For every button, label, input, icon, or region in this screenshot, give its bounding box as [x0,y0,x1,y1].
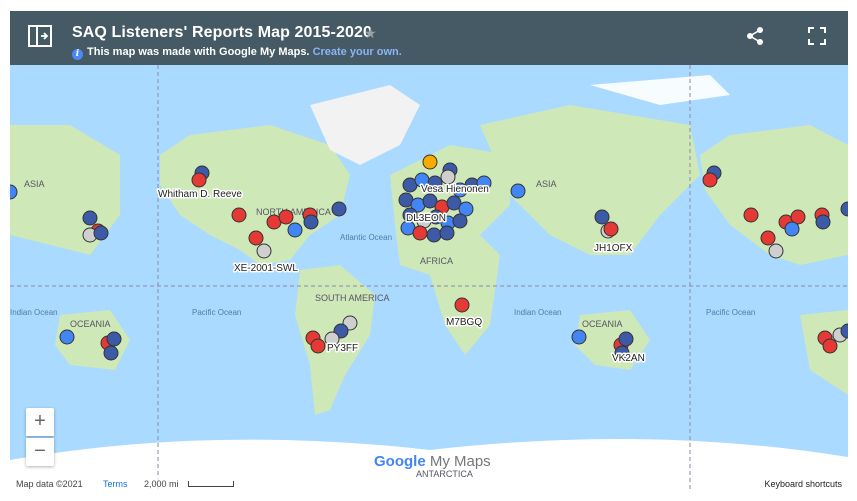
callsign-label: PY3FF [327,343,358,354]
map-marker[interactable] [231,207,247,223]
map-marker[interactable] [439,225,455,241]
map-marker[interactable] [822,338,838,354]
callsign-label: XE-2001-SWL [234,263,298,274]
continent-label: AFRICA [420,256,453,266]
callsign-label: Vesa Hienonen [421,184,489,195]
callsign-label: JH1OFX [594,243,633,254]
map-marker[interactable] [594,209,610,225]
continent-label: ASIA [536,179,557,189]
zoom-in-button[interactable]: + [26,408,54,436]
callsign-label: DL3EON [406,213,446,224]
fullscreen-icon[interactable] [806,25,828,47]
callsign-label: VK2AN [612,353,645,364]
map-marker[interactable] [815,214,831,230]
continent-label: NORTH AMERICA [256,207,331,217]
brand-google: Google [374,453,426,470]
continent-label: OCEANIA [582,319,623,329]
map-marker[interactable] [310,338,326,354]
map-marker[interactable] [256,243,272,259]
create-own-link[interactable]: Create your own. [313,46,402,58]
map-marker[interactable] [618,331,634,347]
continent-label: OCEANIA [70,319,111,329]
map-marker[interactable] [412,225,428,241]
scale-bar [188,481,234,487]
map-frame: ASIA NORTH AMERICA SOUTH AMERICA AFRICA … [10,11,848,491]
info-line: i This map was made with Google My Maps. … [72,46,402,60]
map-marker[interactable] [248,230,264,246]
ocean-label: Pacific Ocean [706,308,755,317]
ocean-label: Pacific Ocean [192,308,241,317]
map-marker[interactable] [784,221,800,237]
map-attribution-bar: Map data ©2021 Terms 2,000 mi [10,477,240,491]
map-marker[interactable] [426,227,442,243]
share-icon[interactable] [744,25,766,47]
map-marker[interactable] [93,225,109,241]
map-title: SAQ Listeners' Reports Map 2015-2020 [72,24,372,41]
map-marker[interactable] [422,154,438,170]
brand-mymaps: My Maps [429,453,491,470]
map-marker[interactable] [743,207,759,223]
map-marker[interactable] [191,172,207,188]
info-icon: i [72,49,83,60]
callsign-label: M7BGQ [446,317,482,328]
continent-label: ANTARCTICA [416,469,473,479]
map-marker[interactable] [303,214,319,230]
map-marker[interactable] [278,209,294,225]
map-marker[interactable] [571,329,587,345]
map-marker[interactable] [59,329,75,345]
map-marker[interactable] [454,297,470,313]
map-marker[interactable] [603,221,619,237]
world-map[interactable]: ASIA NORTH AMERICA SOUTH AMERICA AFRICA … [10,65,848,491]
scale-label: 2,000 mi [144,479,179,489]
google-my-maps-logo: Google My Maps [374,453,491,470]
continent-label: ASIA [24,179,45,189]
side-panel-icon[interactable] [26,23,54,49]
callsign-label: Whitham D. Reeve [158,189,242,200]
map-marker[interactable] [768,243,784,259]
map-data-text: Map data ©2021 [16,479,83,489]
map-marker[interactable] [702,172,718,188]
zoom-out-button[interactable]: − [26,438,54,466]
ocean-label: Atlantic Ocean [340,233,392,242]
ocean-label: Indian Ocean [514,308,562,317]
map-marker[interactable] [452,213,468,229]
ocean-label: Indian Ocean [10,308,58,317]
map-marker[interactable] [440,169,456,185]
keyboard-shortcuts-link[interactable]: Keyboard shortcuts [758,477,848,491]
map-marker[interactable] [103,345,119,361]
continent-label: SOUTH AMERICA [315,293,390,303]
map-marker[interactable] [331,201,347,217]
terms-link[interactable]: Terms [103,477,128,491]
map-marker[interactable] [82,210,98,226]
map-marker[interactable] [287,222,303,238]
star-icon[interactable]: ★ [364,25,377,42]
info-text: This map was made with Google My Maps. [87,46,310,58]
map-header: SAQ Listeners' Reports Map 2015-2020 ★ i… [10,11,848,65]
map-marker[interactable] [106,331,122,347]
map-marker[interactable] [760,230,776,246]
map-marker[interactable] [510,183,526,199]
